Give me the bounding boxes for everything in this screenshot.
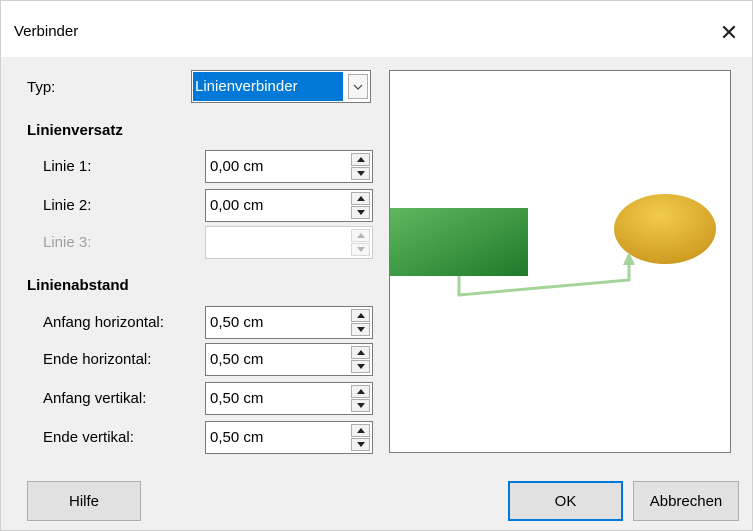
- begin-vertical-spinbox[interactable]: 0,50 cm: [205, 382, 373, 415]
- type-dropdown[interactable]: Linienverbinder: [191, 70, 371, 103]
- end-horizontal-value: 0,50 cm: [210, 351, 264, 368]
- begin-vertical-increment-button[interactable]: [351, 385, 370, 398]
- arrow-up-icon: [356, 350, 365, 355]
- begin-horizontal-decrement-button[interactable]: [351, 323, 370, 336]
- end-horizontal-label: Ende horizontal:: [43, 351, 152, 368]
- begin-vertical-decrement-button[interactable]: [351, 399, 370, 412]
- title-bar: Verbinder ✕: [1, 1, 752, 57]
- line-skew-heading: Linienversatz: [27, 122, 123, 139]
- chevron-down-icon: [353, 84, 363, 90]
- arrow-down-icon: [356, 442, 365, 447]
- line1-increment-button[interactable]: [351, 153, 370, 166]
- end-vertical-decrement-button[interactable]: [351, 438, 370, 451]
- end-horizontal-decrement-button[interactable]: [351, 360, 370, 373]
- preview-rectangle: [390, 208, 528, 276]
- end-horizontal-increment-button[interactable]: [351, 346, 370, 359]
- line-spacing-heading: Linienabstand: [27, 277, 129, 294]
- arrow-down-icon: [356, 210, 365, 215]
- line3-decrement-button: [351, 243, 370, 256]
- arrow-up-icon: [356, 389, 365, 394]
- begin-horizontal-increment-button[interactable]: [351, 309, 370, 322]
- line1-decrement-button[interactable]: [351, 167, 370, 180]
- cancel-button[interactable]: Abbrechen: [633, 481, 739, 521]
- end-vertical-spinbox[interactable]: 0,50 cm: [205, 421, 373, 454]
- help-button[interactable]: Hilfe: [27, 481, 141, 521]
- arrow-up-icon: [356, 428, 365, 433]
- end-vertical-label: Ende vertikal:: [43, 429, 134, 446]
- ok-button[interactable]: OK: [508, 481, 623, 521]
- line1-value: 0,00 cm: [210, 158, 264, 175]
- end-horizontal-spinbox[interactable]: 0,50 cm: [205, 343, 373, 376]
- help-button-label: Hilfe: [68, 492, 99, 510]
- dropdown-arrow-button[interactable]: [348, 74, 368, 99]
- end-vertical-increment-button[interactable]: [351, 424, 370, 437]
- close-icon: ✕: [719, 20, 739, 45]
- arrow-up-icon: [356, 313, 365, 318]
- connector-preview: [389, 70, 731, 453]
- type-label: Typ:: [27, 79, 56, 96]
- dialog-title: Verbinder: [14, 23, 79, 40]
- line1-label: Linie 1:: [43, 158, 92, 175]
- arrow-up-icon: [356, 157, 365, 162]
- ok-button-label: OK: [554, 492, 577, 510]
- begin-horizontal-spinbox[interactable]: 0,50 cm: [205, 306, 373, 339]
- arrow-down-icon: [356, 327, 365, 332]
- line2-label: Linie 2:: [43, 197, 92, 214]
- arrow-up-icon: [356, 196, 365, 201]
- arrow-down-icon: [356, 247, 365, 252]
- begin-horizontal-value: 0,50 cm: [210, 314, 264, 331]
- type-dropdown-value: Linienverbinder: [193, 72, 343, 101]
- begin-vertical-label: Anfang vertikal:: [43, 390, 147, 407]
- line3-label: Linie 3:: [43, 234, 92, 251]
- connector-dialog: Verbinder ✕ Typ: Linienverbinder Linienv…: [0, 0, 753, 531]
- begin-horizontal-label: Anfang horizontal:: [43, 314, 164, 331]
- line3-spinbox: [205, 226, 373, 259]
- arrow-up-icon: [356, 233, 365, 238]
- preview-canvas: [390, 194, 716, 297]
- line2-increment-button[interactable]: [351, 192, 370, 205]
- line3-increment-button: [351, 229, 370, 242]
- line2-value: 0,00 cm: [210, 197, 264, 214]
- close-button[interactable]: ✕: [706, 13, 752, 53]
- begin-vertical-value: 0,50 cm: [210, 390, 264, 407]
- arrow-down-icon: [356, 403, 365, 408]
- line2-spinbox[interactable]: 0,00 cm: [205, 189, 373, 222]
- line1-spinbox[interactable]: 0,00 cm: [205, 150, 373, 183]
- line2-decrement-button[interactable]: [351, 206, 370, 219]
- arrow-down-icon: [356, 364, 365, 369]
- arrow-down-icon: [356, 171, 365, 176]
- end-vertical-value: 0,50 cm: [210, 429, 264, 446]
- cancel-button-label: Abbrechen: [649, 492, 723, 510]
